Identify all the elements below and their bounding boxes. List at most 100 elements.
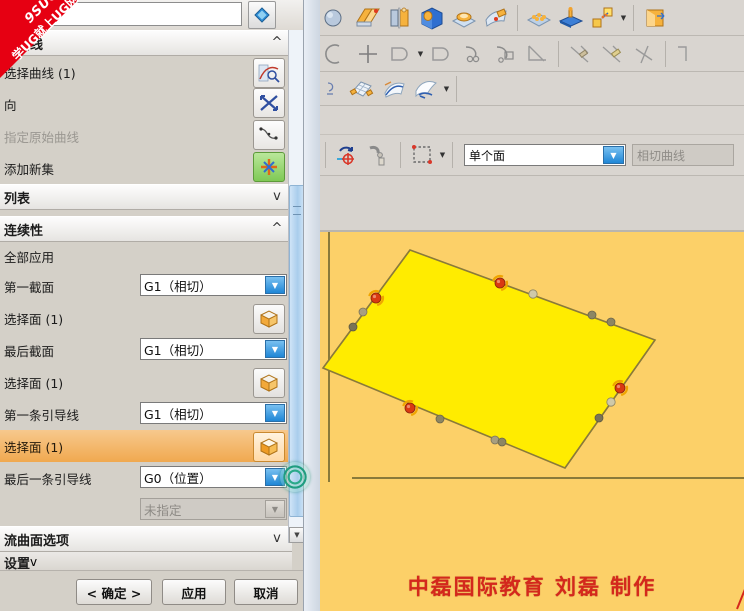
selection-scope-combo[interactable]: 单个面 ▼ <box>464 144 626 166</box>
chevron-up-icon-continuity[interactable]: ^ <box>268 219 286 237</box>
offset-curve2-icon[interactable] <box>426 39 456 69</box>
label-last-guide: 最后一条引导线 <box>4 471 92 487</box>
screenshot-root: ▼ ▼ ▼ ▼ 单个面 ▼ 相切曲线 中磊国际教育 刘磊 制作 〉曲线 ^ 选择… <box>0 0 744 611</box>
cross-arrows-icon[interactable] <box>253 88 285 118</box>
add-set-icon[interactable] <box>253 152 285 182</box>
book-surface-icon[interactable] <box>353 3 383 33</box>
row-select-face-1[interactable]: 选择面 (1) <box>0 302 292 334</box>
group-header-continuity[interactable]: 连续性 ^ <box>0 216 292 242</box>
row-unspecified: 未指定 ▼ <box>0 494 292 526</box>
row-original-curve[interactable]: 指定原始曲线 <box>0 120 292 152</box>
pattern-feature-icon[interactable] <box>524 3 554 33</box>
row-last-guide[interactable]: 最后一条引导线 G0（位置） ▼ <box>0 462 292 494</box>
rect-select-dropdown-icon[interactable]: ▼ <box>438 151 447 159</box>
offset-curve-icon[interactable] <box>385 39 415 69</box>
studio-dropdown-icon[interactable]: ▼ <box>442 85 451 93</box>
row-add-new-set[interactable]: 添加新集 <box>0 152 292 184</box>
cad-application-area: ▼ ▼ ▼ ▼ 单个面 ▼ 相切曲线 中磊国际教育 刘磊 制作 <box>320 0 744 611</box>
diamond-tool-icon[interactable] <box>248 1 276 29</box>
row-overflow-icon[interactable] <box>321 76 345 102</box>
more-curve-icon[interactable] <box>672 41 696 67</box>
chevron-down-icon[interactable]: ▼ <box>265 404 285 422</box>
toolbar-overflow-icon[interactable]: ▼ <box>619 14 628 22</box>
apply-button[interactable]: 应用 <box>162 579 226 605</box>
row-apply-all[interactable]: 全部应用 <box>0 242 292 270</box>
move-object-icon[interactable] <box>588 3 618 33</box>
label-add-new-set: 添加新集 <box>4 161 55 177</box>
chevron-down-icon[interactable]: ▼ <box>603 146 624 164</box>
emboss-pad-icon[interactable] <box>449 3 479 33</box>
row-first-guide[interactable]: 第一条引导线 G1（相切） ▼ <box>0 398 292 430</box>
chevron-down-icon-list[interactable]: v <box>268 187 286 205</box>
chevron-down-icon[interactable]: ▼ <box>265 276 285 294</box>
value-unspecified: 未指定 <box>144 502 182 518</box>
tangent-curve-combo[interactable]: 相切曲线 <box>632 144 734 166</box>
group-header-list[interactable]: 列表 v <box>0 184 292 210</box>
toolbar-feature-row: ▼ <box>320 0 744 36</box>
combo-last-guide[interactable]: G0（位置） ▼ <box>140 466 287 488</box>
cancel-button[interactable]: 取消 <box>234 579 298 605</box>
combo-first-guide[interactable]: G1（相切） ▼ <box>140 402 287 424</box>
bridge-curve-icon[interactable] <box>490 39 520 69</box>
partial-text-field[interactable] <box>0 2 242 26</box>
chevron-down-icon[interactable]: ▼ <box>265 340 285 358</box>
extend-line-icon[interactable] <box>597 39 627 69</box>
toolbar-separator-8 <box>452 142 453 168</box>
hole-block-icon[interactable] <box>417 3 447 33</box>
label-select-curve: 选择曲线 (1) <box>4 65 76 81</box>
draft-face-icon[interactable] <box>481 3 511 33</box>
row-first-section[interactable]: 第一截面 G1（相切） ▼ <box>0 270 292 302</box>
combo-first-section[interactable]: G1（相切） ▼ <box>140 274 287 296</box>
dialog-action-bar: < 确定 > 应用 取消 <box>0 570 320 611</box>
dialog-top-strip <box>0 0 310 31</box>
row-select-face-2[interactable]: 选择面 (1) <box>0 366 292 398</box>
toolbar-separator-7 <box>400 142 401 168</box>
snap-point-icon[interactable] <box>364 140 394 170</box>
studio-surface-icon[interactable] <box>411 74 441 104</box>
toolbar-empty-strip <box>320 106 744 135</box>
point-icon[interactable] <box>353 39 383 69</box>
busy-spinner-cursor <box>280 462 310 492</box>
3d-viewport[interactable]: 中磊国际教育 刘磊 制作 <box>320 230 744 611</box>
group-header-curve[interactable]: 〉曲线 ^ <box>0 30 292 56</box>
curve-select-icon[interactable] <box>253 58 285 88</box>
trim-line-icon[interactable] <box>565 39 595 69</box>
label-select-face-3: 选择面 (1) <box>4 439 64 455</box>
through-curves-mesh-icon[interactable] <box>347 74 377 104</box>
row-last-section[interactable]: 最后截面 G1（相切） ▼ <box>0 334 292 366</box>
rectangle-select-icon[interactable] <box>407 140 437 170</box>
combo-last-section[interactable]: G1（相切） ▼ <box>140 338 287 360</box>
value-last-guide: G0（位置） <box>144 470 212 486</box>
label-reverse-direction: 向 <box>4 97 17 113</box>
chain-curve-icon[interactable] <box>458 39 488 69</box>
chevron-down-icon-surface[interactable]: v <box>268 529 286 547</box>
row-reverse-direction[interactable]: 向 <box>0 88 292 120</box>
toolbar-surface-row: ▼ <box>320 72 744 106</box>
toolbar-separator <box>517 4 518 31</box>
sphere-icon[interactable] <box>321 3 351 33</box>
undo-redo-icon[interactable] <box>332 140 362 170</box>
chevron-down-icon-settings[interactable]: v <box>30 555 37 569</box>
swept-surface-icon[interactable] <box>379 74 409 104</box>
intersect-line-icon[interactable] <box>629 39 659 69</box>
revolve-icon[interactable] <box>385 3 415 33</box>
offset-curve-dropdown-icon[interactable]: ▼ <box>416 50 425 58</box>
face-cube-icon[interactable] <box>253 304 285 334</box>
row-select-curve[interactable]: 选择曲线 (1) <box>0 56 292 88</box>
through-curve-mesh-dialog: 〉曲线 ^ 选择曲线 (1) 向 指定原始曲线 添加新集 列表 v 连续性 ^ … <box>0 0 320 611</box>
face-cube-icon[interactable] <box>253 368 285 398</box>
group-header-surface-options[interactable]: 流曲面选项 v <box>0 526 292 552</box>
value-last-section: G1（相切） <box>144 342 212 358</box>
sheet-metal-icon[interactable] <box>640 3 670 33</box>
row-select-face-3[interactable]: 选择面 (1) <box>0 430 292 462</box>
spline-icon[interactable] <box>253 120 285 150</box>
trim-corner-icon[interactable] <box>522 39 552 69</box>
toolbar-separator-4 <box>665 40 666 67</box>
extrude-boss-icon[interactable] <box>556 3 586 33</box>
chevron-up-icon[interactable]: ^ <box>268 33 286 51</box>
ok-button[interactable]: < 确定 > <box>76 579 152 605</box>
group-label-curve: 〉曲线 <box>4 37 44 53</box>
face-cube-icon[interactable] <box>253 432 285 462</box>
arc-icon[interactable] <box>321 39 351 69</box>
toolbar-separator-2 <box>633 4 634 31</box>
